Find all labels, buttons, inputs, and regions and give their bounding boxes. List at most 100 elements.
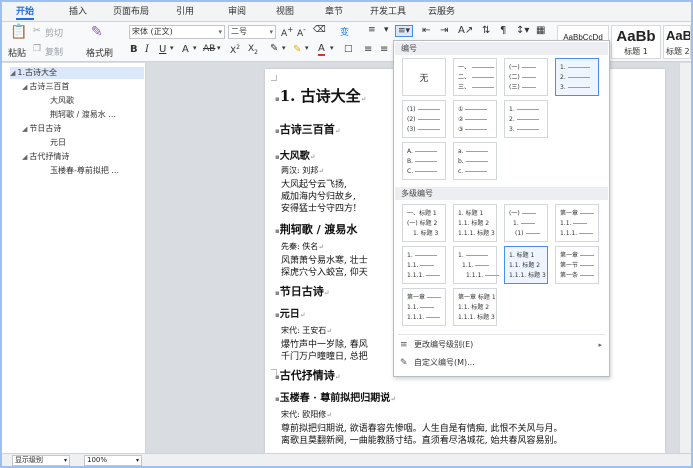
numbering-option[interactable]: a. b. c. (453, 142, 497, 180)
tab-cloud[interactable]: 云服务 (428, 5, 455, 20)
custom-numbering-menu-item[interactable]: ✎ 自定义编号(M)... (398, 355, 606, 371)
style-heading-1[interactable]: AaBb 标题 1 (611, 25, 661, 59)
font-size-select[interactable]: 二号 ▾ (228, 25, 276, 39)
caret-down-icon[interactable]: ◢ (10, 69, 15, 77)
align-left-icon[interactable]: ≡ (364, 44, 372, 55)
doc-line: 离歌且莫翻新阕, 一曲能教肠寸结。直须看尽洛城花, 始共春风容易别。 (281, 436, 563, 446)
vertical-scrollbar[interactable] (679, 63, 691, 453)
numbering-none[interactable]: 无 (402, 58, 446, 96)
caret-down-icon[interactable]: ◢ (22, 153, 27, 161)
show-marks-icon[interactable]: ¶ (500, 25, 506, 36)
multilevel-option[interactable]: 一、标题 1 (一) 标题 2 1. 标题 3 (402, 204, 446, 242)
nav-item-poem[interactable]: 玉楼春-尊前拟把 ... (50, 165, 119, 176)
nav-item-poem[interactable]: 荆轲歌 / 渡易水 ... (50, 109, 116, 120)
chevron-down-icon[interactable]: ▾ (282, 44, 286, 52)
doc-heading-3: ▪大风歌↵ (275, 151, 316, 162)
tab-review[interactable]: 审阅 (228, 5, 246, 20)
tab-references[interactable]: 引用 (176, 5, 194, 20)
format-painter-icon[interactable]: ✎ (91, 24, 103, 40)
phonetic-icon[interactable]: 变 (340, 25, 349, 38)
tab-view[interactable]: 视图 (276, 5, 294, 20)
doc-line: 千门万户曈曈日, 总把 (281, 352, 368, 362)
cut-button[interactable]: 剪切 (45, 26, 63, 39)
nav-item-poem[interactable]: 大风歌 (50, 95, 74, 106)
cut-icon[interactable]: ✂ (33, 26, 41, 36)
text-direction-icon[interactable]: A↗ (458, 25, 473, 36)
numbering-option[interactable]: 1. 2. 3. (504, 100, 548, 138)
table-icon[interactable]: ▦ (536, 25, 545, 36)
outline-level-select[interactable]: 显示级别 ▾ (12, 455, 70, 466)
numbering-icon[interactable]: ≡▾ (395, 25, 414, 37)
zoom-select[interactable]: 100% ▾ (84, 455, 142, 466)
tab-sections[interactable]: 章节 (325, 5, 343, 20)
nav-item-section[interactable]: ◢ 古代抒情诗 (22, 151, 69, 163)
doc-heading-2: ▪节日古诗↵ (275, 285, 330, 298)
indent-level-icon: ≡ (400, 340, 408, 350)
highlight-icon[interactable]: ✎ (270, 43, 278, 54)
multilevel-option[interactable]: (一) 1. (1) (504, 204, 548, 242)
grow-font-icon[interactable]: A+ (281, 25, 293, 39)
line-spacing-icon[interactable]: ↕▾ (516, 25, 529, 36)
change-level-menu-item[interactable]: ≡ 更改编号级别(E) ▸ (398, 337, 606, 353)
multilevel-option[interactable]: 1. 1.1. 1.1.1. (453, 246, 500, 284)
font-name-select[interactable]: 宋体 (正文) ▾ (129, 25, 225, 39)
text-effect-icon[interactable]: A (182, 44, 189, 55)
tab-insert[interactable]: 插入 (69, 5, 87, 20)
char-border-icon[interactable]: □ (344, 44, 353, 54)
shrink-font-icon[interactable]: A- (297, 25, 306, 39)
tab-home[interactable]: 开始 (16, 5, 35, 20)
align-center-icon[interactable]: ≡ (380, 44, 388, 55)
numbering-option[interactable]: (一) (二) (三) (504, 58, 548, 96)
underline-icon[interactable]: U (159, 44, 166, 55)
tab-developer[interactable]: 开发工具 (370, 5, 406, 20)
nav-item-title[interactable]: ◢ 1.古诗大全 (10, 67, 144, 79)
copy-button[interactable]: 复制 (45, 45, 63, 58)
strikethrough-icon[interactable]: AB (203, 44, 215, 54)
decrease-indent-icon[interactable]: ⇤ (422, 25, 430, 36)
nav-item-section[interactable]: ◢ 古诗三百首 (22, 81, 69, 93)
numbering-option-selected[interactable]: 1. 2. 3. (555, 58, 599, 96)
multilevel-option[interactable]: 1. 1.1. 1.1.1. (402, 246, 446, 284)
caret-down-icon[interactable]: ◢ (22, 83, 27, 91)
tab-page-layout[interactable]: 页面布局 (113, 5, 149, 20)
format-painter-button[interactable]: 格式刷 (86, 46, 113, 59)
paste-icon[interactable]: 📋 (10, 24, 27, 40)
custom-numbering-label: 自定义编号(M)... (414, 358, 475, 367)
numbering-option[interactable]: (1) (2) (3) (402, 100, 446, 138)
chevron-right-icon: ▸ (598, 341, 602, 349)
superscript-icon[interactable]: X2 (230, 44, 240, 56)
multilevel-option[interactable]: 第一章 标题 1 1.1. 标题 2 1.1.1. 标题 3 (453, 288, 497, 326)
subscript-icon[interactable]: X2 (248, 44, 258, 56)
clear-format-icon[interactable]: ⌫ (313, 25, 326, 35)
numbering-header: 编号 (395, 42, 608, 55)
bold-icon[interactable]: B (130, 44, 138, 55)
bullets-icon[interactable]: ≡ (368, 25, 376, 35)
chevron-down-icon[interactable]: ▾ (330, 44, 334, 52)
numbering-option[interactable]: ① ② ③ (453, 100, 497, 138)
style-heading-2[interactable]: AaBb 标题 2 (663, 25, 691, 59)
numbering-option[interactable]: A. B. C. (402, 142, 446, 180)
chevron-down-icon[interactable]: ▾ (305, 44, 309, 52)
chevron-down-icon[interactable]: ▾ (384, 25, 389, 35)
sort-icon[interactable]: ⇅ (482, 25, 490, 36)
doc-heading-2: ▪古代抒情诗↵ (275, 369, 341, 382)
chevron-down-icon[interactable]: ▾ (170, 44, 174, 52)
nav-item-poem[interactable]: 元日 (50, 137, 66, 148)
multilevel-option[interactable]: 1. 标题 1 1.1. 标题 2 1.1.1. 标题 3 (453, 204, 497, 242)
nav-item-label: 节日古诗 (29, 124, 62, 133)
chevron-down-icon[interactable]: ▾ (217, 44, 221, 52)
multilevel-option-selected[interactable]: 1. 标题 1 1.1. 标题 2 1.1.1. 标题 3 (504, 246, 548, 284)
multilevel-option[interactable]: 第一章 1.1. 1.1.1. (555, 204, 599, 242)
italic-icon[interactable]: I (145, 44, 149, 55)
numbering-option[interactable]: 一、 二、 三、 (453, 58, 497, 96)
increase-indent-icon[interactable]: ⇥ (440, 25, 448, 36)
paste-button[interactable]: 粘贴 (8, 46, 26, 59)
copy-icon[interactable]: ❐ (33, 44, 41, 54)
nav-item-section[interactable]: ◢ 节日古诗 (22, 123, 61, 135)
multilevel-option[interactable]: 第一章 第一节 第一条 (555, 246, 599, 284)
highlight-color-icon[interactable]: ✎ (293, 44, 301, 55)
caret-down-icon[interactable]: ◢ (22, 125, 27, 133)
font-color-icon[interactable]: A (318, 44, 325, 56)
multilevel-option[interactable]: 第一章 1.1. 1.1.1. (402, 288, 446, 326)
chevron-down-icon[interactable]: ▾ (193, 44, 197, 52)
